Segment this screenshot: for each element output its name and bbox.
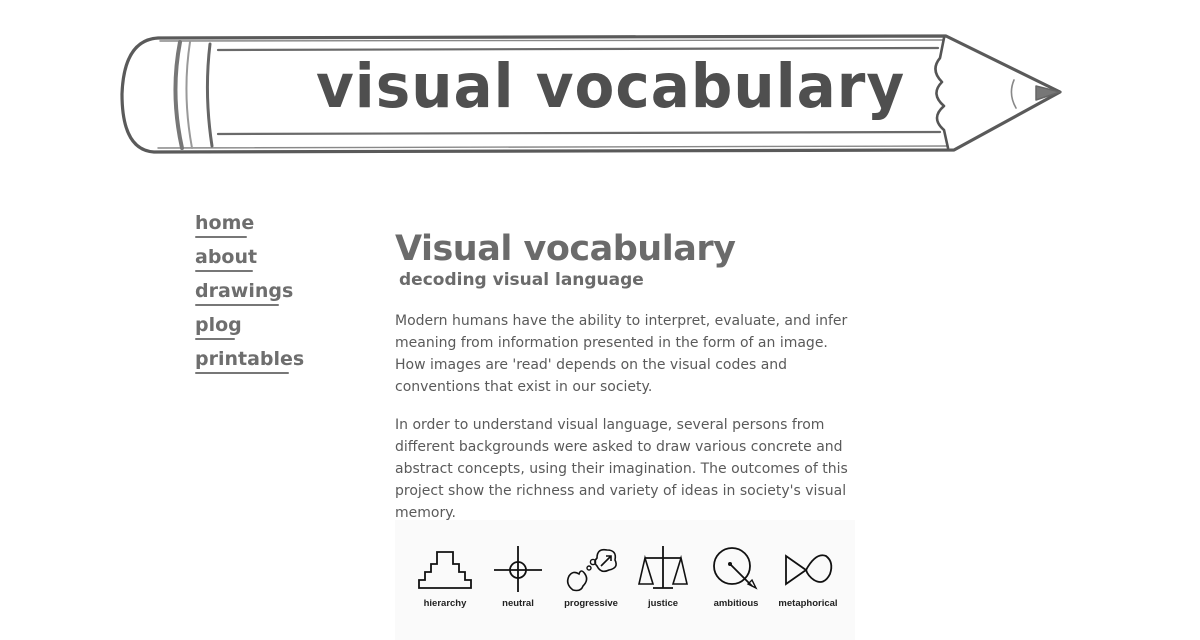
page-subtitle: decoding visual language: [399, 270, 644, 290]
nav-underline: [195, 338, 235, 340]
crosshair-icon: [494, 546, 542, 592]
nav-drawings[interactable]: drawings: [195, 280, 304, 314]
gallery-item[interactable]: metaphorical: [768, 544, 848, 609]
main-nav: home about drawings plog printables: [195, 212, 304, 382]
gallery-item[interactable]: hierarchy: [405, 544, 485, 609]
project-paragraph: In order to understand visual language, …: [395, 417, 848, 521]
nav-underline: [195, 270, 253, 272]
infinity-icon: [785, 554, 833, 586]
main-content: Visual vocabulary decoding visual langua…: [395, 228, 855, 640]
gallery-item[interactable]: neutral: [478, 544, 558, 609]
nav-printables[interactable]: printables: [195, 348, 304, 382]
thought-bubble-icon: [566, 548, 617, 592]
site-title: visual vocabulary: [316, 50, 906, 122]
nav-label-home: home: [195, 212, 255, 234]
icon-label: progressive: [564, 598, 618, 609]
nav-label-printables: printables: [195, 348, 305, 370]
intro-paragraph: Modern humans have the ability to interp…: [395, 313, 848, 395]
icon-label: justice: [647, 598, 679, 609]
site-banner[interactable]: visual vocabulary: [118, 30, 1064, 160]
nav-underline: [195, 372, 289, 374]
icon-label: metaphorical: [778, 598, 838, 609]
gallery-item[interactable]: justice: [623, 544, 703, 609]
nav-about[interactable]: about: [195, 246, 304, 280]
scales-icon: [637, 546, 689, 589]
icon-label: ambitious: [713, 598, 759, 609]
nav-plog[interactable]: plog: [195, 314, 304, 348]
nav-underline: [195, 304, 279, 306]
target-dart-icon: [713, 547, 758, 590]
icon-label: hierarchy: [423, 598, 467, 609]
nav-label-plog: plog: [195, 314, 242, 336]
nav-home[interactable]: home: [195, 212, 304, 246]
icon-gallery[interactable]: hierarchy neutral progressive justice am…: [395, 520, 855, 640]
gallery-item[interactable]: progressive: [551, 544, 631, 609]
hierarchy-icon: [418, 551, 472, 589]
nav-underline: [195, 236, 247, 238]
page-title: Visual vocabulary: [395, 229, 736, 269]
gallery-item[interactable]: ambitious: [696, 544, 776, 609]
icon-label: neutral: [502, 598, 534, 609]
nav-label-about: about: [195, 246, 258, 268]
nav-label-drawings: drawings: [195, 280, 294, 302]
